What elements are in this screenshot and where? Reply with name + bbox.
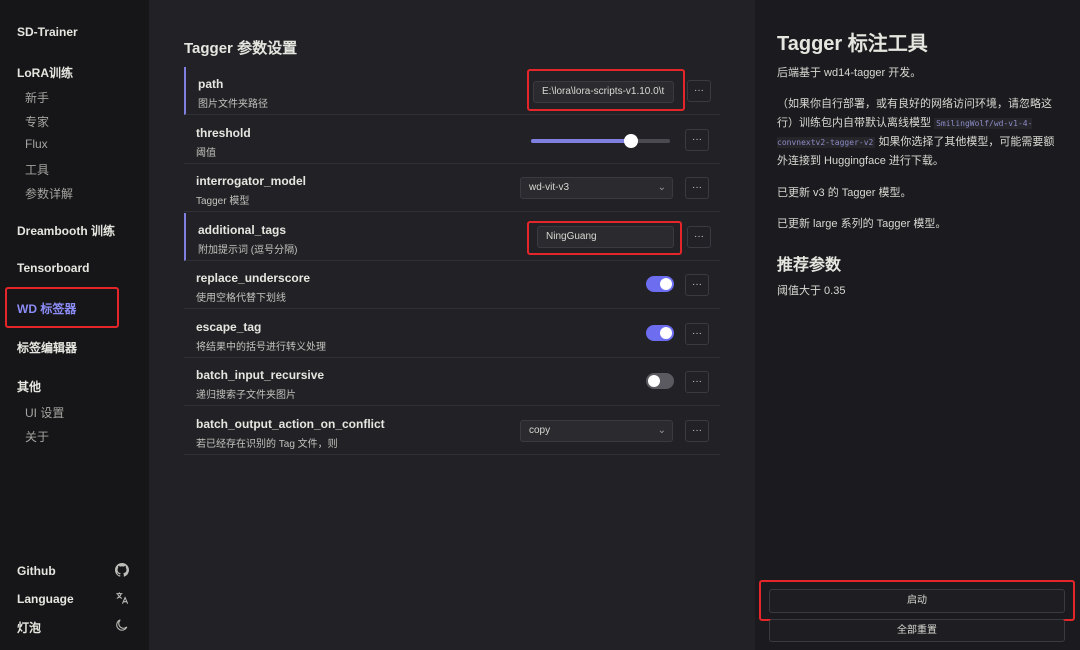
github-icon [115,563,130,577]
toggle-knob [660,278,672,290]
threshold-slider[interactable] [531,134,670,148]
param-row-batch-output-action: batch_output_action_on_conflict 若已经存在识别的… [184,407,720,455]
sidebar-group-lora[interactable]: LoRA训练 [17,64,73,81]
sidebar-item-tensorboard[interactable]: Tensorboard [17,261,89,275]
info-title: Tagger 标注工具 [777,33,928,55]
param-more-button[interactable]: ··· [685,420,709,442]
translate-icon [115,591,129,605]
sidebar: SD-Trainer LoRA训练 新手 专家 Flux 工具 参数详解 Dre… [0,0,149,650]
param-desc: 附加提示词 (逗号分隔) [198,245,298,256]
info-paragraph-offline-model: （如果你自行部署，或有良好的网络访问环境，请忽略这行）训练包内自带默认离线模型 … [777,95,1055,171]
param-more-button[interactable]: ··· [685,323,709,345]
param-more-button[interactable]: ··· [687,226,711,248]
param-name: path [198,77,224,91]
param-name: replace_underscore [196,271,311,285]
param-more-button[interactable]: ··· [685,129,709,151]
sidebar-item-about[interactable]: 关于 [25,428,49,445]
param-desc: 递归搜索子文件夹图片 [196,390,296,401]
info-paragraph-v3: 已更新 v3 的 Tagger 模型。 [777,187,912,199]
slider-fill [531,139,632,143]
recommended-params-title: 推荐参数 [777,257,842,274]
param-more-button[interactable]: ··· [685,274,709,296]
footer-language-label: Language [17,592,74,606]
highlight-box-start [759,580,1075,621]
sidebar-item-expert[interactable]: 专家 [25,113,49,130]
info-paragraph-large: 已更新 large 系列的 Tagger 模型。 [777,218,947,230]
param-desc: 若已经存在识别的 Tag 文件，则 [196,439,338,450]
replace-underscore-toggle[interactable] [646,276,674,292]
select-value: wd-vit-v3 [529,182,570,193]
slider-thumb[interactable] [624,134,639,148]
sidebar-item-tools[interactable]: 工具 [25,161,49,178]
chevron-down-icon: ⌄ [657,182,666,193]
param-desc: 图片文件夹路径 [198,99,268,110]
param-more-button[interactable]: ··· [685,177,709,199]
select-value: copy [529,425,551,436]
param-name: threshold [196,126,251,140]
reset-all-button[interactable]: 全部重置 [769,619,1065,642]
sidebar-item-tag-editor[interactable]: 标签编辑器 [17,339,77,356]
footer-theme-label: 灯泡 [17,621,42,635]
highlight-box-path [527,69,685,111]
sidebar-item-param-details[interactable]: 参数详解 [25,185,73,202]
param-desc: 阈值 [196,148,216,159]
param-row-batch-input-recursive: batch_input_recursive 递归搜索子文件夹图片 ··· [184,358,720,406]
batch-input-recursive-toggle[interactable] [646,373,674,389]
param-desc: Tagger 模型 [196,196,250,207]
param-name: batch_input_recursive [196,368,325,382]
brand-title[interactable]: SD-Trainer [17,25,78,39]
param-row-threshold: threshold 阈值 ··· [184,116,720,164]
footer-theme-toggle[interactable]: 灯泡 [17,619,129,636]
param-row-replace-underscore: replace_underscore 使用空格代替下划线 ··· [184,261,720,309]
toggle-knob [648,375,660,387]
app-window: SD-Trainer LoRA训练 新手 专家 Flux 工具 参数详解 Dre… [0,0,1080,650]
main-panel: Tagger 参数设置 path 图片文件夹路径 E:\lora\lora-sc… [149,0,755,650]
param-name: escape_tag [196,320,262,334]
footer-language-switch[interactable]: Language [17,592,129,606]
param-name: batch_output_action_on_conflict [196,417,385,431]
escape-tag-toggle[interactable] [646,325,674,341]
sidebar-item-dreambooth[interactable]: Dreambooth 训练 [17,222,115,239]
chevron-down-icon: ⌄ [657,425,666,436]
sidebar-item-flux[interactable]: Flux [25,137,48,151]
footer-github-label: Github [17,564,56,578]
param-desc: 将结果中的括号进行转义处理 [196,342,326,353]
sidebar-item-ui-settings[interactable]: UI 设置 [25,404,64,421]
conflict-action-select[interactable]: copy ⌄ [520,420,673,442]
moon-icon [115,618,129,632]
recommended-threshold: 阈值大于 0.35 [777,285,846,297]
info-paragraph-backend: 后端基于 wd14-tagger 开发。 [777,67,922,79]
sidebar-item-beginner[interactable]: 新手 [25,89,49,106]
param-more-button[interactable]: ··· [687,80,711,102]
param-row-interrogator-model: interrogator_model Tagger 模型 wd-vit-v3 ⌄… [184,164,720,212]
info-panel: Tagger 标注工具 后端基于 wd14-tagger 开发。 （如果你自行部… [755,0,1080,650]
param-row-escape-tag: escape_tag 将结果中的括号进行转义处理 ··· [184,310,720,358]
param-more-button[interactable]: ··· [685,371,709,393]
footer-github-link[interactable]: Github [17,563,130,578]
param-name: interrogator_model [196,174,307,188]
page-title: Tagger 参数设置 [184,40,298,57]
param-desc: 使用空格代替下划线 [196,293,286,304]
highlight-box-wd-tagger [5,287,119,328]
model-select[interactable]: wd-vit-v3 ⌄ [520,177,673,199]
highlight-box-additional-tags [527,221,682,255]
param-name: additional_tags [198,223,287,237]
toggle-knob [660,327,672,339]
sidebar-group-other[interactable]: 其他 [17,378,41,395]
